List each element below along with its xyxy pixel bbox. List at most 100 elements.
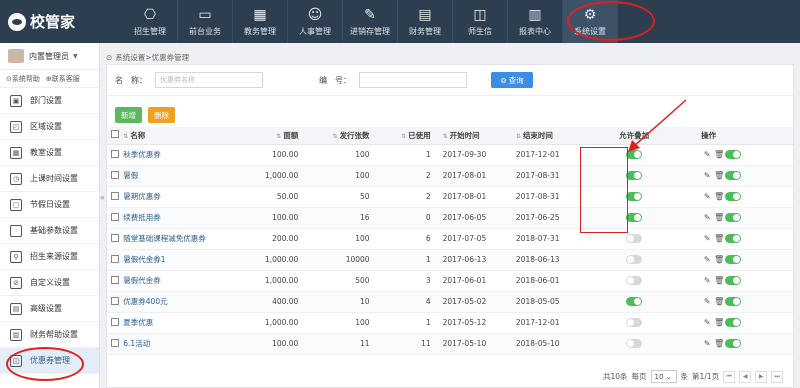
edit-icon[interactable]: ✎	[701, 234, 713, 243]
app-logo[interactable]: 校管家	[0, 0, 105, 43]
nav-item-6[interactable]: ◫ 师生信	[453, 0, 508, 43]
row-checkbox[interactable]	[111, 233, 119, 242]
enabled-toggle[interactable]	[725, 171, 742, 181]
enabled-toggle[interactable]	[725, 213, 742, 223]
row-checkbox[interactable]	[111, 149, 119, 158]
page-size-select[interactable]: 10 ⌄	[650, 370, 677, 383]
edit-icon[interactable]: ✎	[701, 339, 713, 348]
next-page-button[interactable]: ▶	[755, 370, 768, 383]
coupon-name-link[interactable]: 随堂基础课程减免优惠券	[123, 234, 206, 243]
stackable-toggle[interactable]	[626, 213, 643, 223]
sidebar-item-4[interactable]: ▢ 节假日设置	[0, 192, 99, 218]
sidebar-item-3[interactable]: ◷ 上课时间设置	[0, 166, 99, 192]
delete-icon[interactable]: 🗑	[713, 255, 725, 264]
delete-icon[interactable]: 🗑	[713, 339, 725, 348]
stackable-toggle[interactable]	[626, 192, 643, 202]
user-menu[interactable]: 内置管理员 ▼	[0, 43, 99, 70]
enabled-toggle[interactable]	[725, 255, 742, 265]
edit-icon[interactable]: ✎	[701, 318, 713, 327]
sidebar-item-10[interactable]: ◫ 优惠券管理	[0, 348, 99, 374]
col-end[interactable]: ⇅ 结束时间	[503, 127, 578, 145]
col-used[interactable]: ⇅ 已使用	[369, 127, 431, 145]
coupon-name-link[interactable]: 6.1活动	[123, 339, 150, 348]
delete-icon[interactable]: 🗑	[713, 150, 725, 159]
select-all-checkbox[interactable]	[111, 130, 119, 139]
coupon-name-link[interactable]: 秋季优惠券	[123, 150, 161, 159]
coupon-name-input[interactable]: 优惠券名称	[155, 72, 263, 88]
edit-icon[interactable]: ✎	[701, 276, 713, 285]
row-checkbox[interactable]	[111, 317, 119, 326]
coupon-name-link[interactable]: 暑假代金券1	[123, 255, 165, 264]
stackable-toggle[interactable]	[626, 318, 643, 328]
delete-icon[interactable]: 🗑	[713, 213, 725, 222]
nav-item-4[interactable]: ✎ 进销存管理	[343, 0, 398, 43]
stackable-toggle[interactable]	[626, 171, 643, 181]
edit-icon[interactable]: ✎	[701, 171, 713, 180]
col-start[interactable]: ⇅ 开始时间	[430, 127, 504, 145]
help-link[interactable]: ⊙系统帮助	[6, 74, 40, 84]
add-button[interactable]: 新增	[115, 107, 142, 123]
row-checkbox[interactable]	[111, 275, 119, 284]
sidebar-item-2[interactable]: ▦ 教室设置	[0, 140, 99, 166]
sidebar-item-5[interactable]: ⫶ 基础参数设置	[0, 218, 99, 244]
nav-item-5[interactable]: ▤ 财务管理	[398, 0, 453, 43]
delete-button[interactable]: 删除	[148, 107, 175, 123]
row-checkbox[interactable]	[111, 296, 119, 305]
sidebar-item-7[interactable]: ⊘ 自定义设置	[0, 270, 99, 296]
edit-icon[interactable]: ✎	[701, 297, 713, 306]
nav-item-8[interactable]: ⚙ 系统设置	[563, 0, 618, 43]
delete-icon[interactable]: 🗑	[713, 318, 725, 327]
enabled-toggle[interactable]	[725, 297, 742, 307]
coupon-name-link[interactable]: 续费抵用券	[123, 213, 161, 222]
stackable-toggle[interactable]	[626, 297, 643, 307]
enabled-toggle[interactable]	[725, 192, 742, 202]
stackable-toggle[interactable]	[626, 255, 643, 265]
last-page-button[interactable]: ⏭	[771, 370, 784, 383]
coupon-name-link[interactable]: 优惠券400元	[123, 297, 167, 306]
sidebar-item-0[interactable]: ▣ 部门设置	[0, 88, 99, 114]
enabled-toggle[interactable]	[725, 318, 742, 328]
col-issued[interactable]: ⇅ 发行张数	[298, 127, 370, 145]
row-checkbox[interactable]	[111, 212, 119, 221]
first-page-button[interactable]: ⏮	[723, 370, 736, 383]
nav-item-7[interactable]: ▥ 报表中心	[508, 0, 563, 43]
contact-link[interactable]: ⊕联系客服	[46, 74, 80, 84]
stackable-toggle[interactable]	[626, 339, 643, 349]
search-button[interactable]: ⊚ 查询	[491, 72, 533, 88]
nav-item-3[interactable]: ☺ 人事管理	[288, 0, 343, 43]
edit-icon[interactable]: ✎	[701, 192, 713, 201]
delete-icon[interactable]: 🗑	[713, 297, 725, 306]
coupon-name-link[interactable]: 暑假	[123, 171, 138, 180]
coupon-code-input[interactable]	[359, 72, 467, 88]
sidebar-item-8[interactable]: ▤ 高级设置	[0, 296, 99, 322]
stackable-toggle[interactable]	[626, 276, 643, 286]
nav-item-1[interactable]: ▭ 前台业务	[178, 0, 233, 43]
enabled-toggle[interactable]	[725, 276, 742, 286]
coupon-name-link[interactable]: 夏季优惠	[123, 318, 153, 327]
coupon-name-link[interactable]: 暑假代金券	[123, 276, 161, 285]
delete-icon[interactable]: 🗑	[713, 234, 725, 243]
prev-page-button[interactable]: ◀	[739, 370, 752, 383]
sidebar-item-9[interactable]: ▥ 财务帮助设置	[0, 322, 99, 348]
row-checkbox[interactable]	[111, 191, 119, 200]
nav-item-2[interactable]: ▦ 教务管理	[233, 0, 288, 43]
edit-icon[interactable]: ✎	[701, 255, 713, 264]
nav-item-0[interactable]: ⎔ 招生管理	[123, 0, 178, 43]
enabled-toggle[interactable]	[725, 150, 742, 160]
delete-icon[interactable]: 🗑	[713, 276, 725, 285]
edit-icon[interactable]: ✎	[701, 150, 713, 159]
coupon-name-link[interactable]: 暑期优惠券	[123, 192, 161, 201]
delete-icon[interactable]: 🗑	[713, 192, 725, 201]
stackable-toggle[interactable]	[626, 150, 643, 160]
row-checkbox[interactable]	[111, 338, 119, 347]
col-face[interactable]: ⇅ 面额	[247, 127, 299, 145]
col-name[interactable]: ⇅ 名称	[123, 127, 248, 145]
sidebar-item-1[interactable]: ◰ 区域设置	[0, 114, 99, 140]
sidebar-item-6[interactable]: ⚲ 招生来源设置	[0, 244, 99, 270]
enabled-toggle[interactable]	[725, 339, 742, 349]
row-checkbox[interactable]	[111, 254, 119, 263]
delete-icon[interactable]: 🗑	[713, 171, 725, 180]
enabled-toggle[interactable]	[725, 234, 742, 244]
row-checkbox[interactable]	[111, 170, 119, 179]
stackable-toggle[interactable]	[626, 234, 643, 244]
